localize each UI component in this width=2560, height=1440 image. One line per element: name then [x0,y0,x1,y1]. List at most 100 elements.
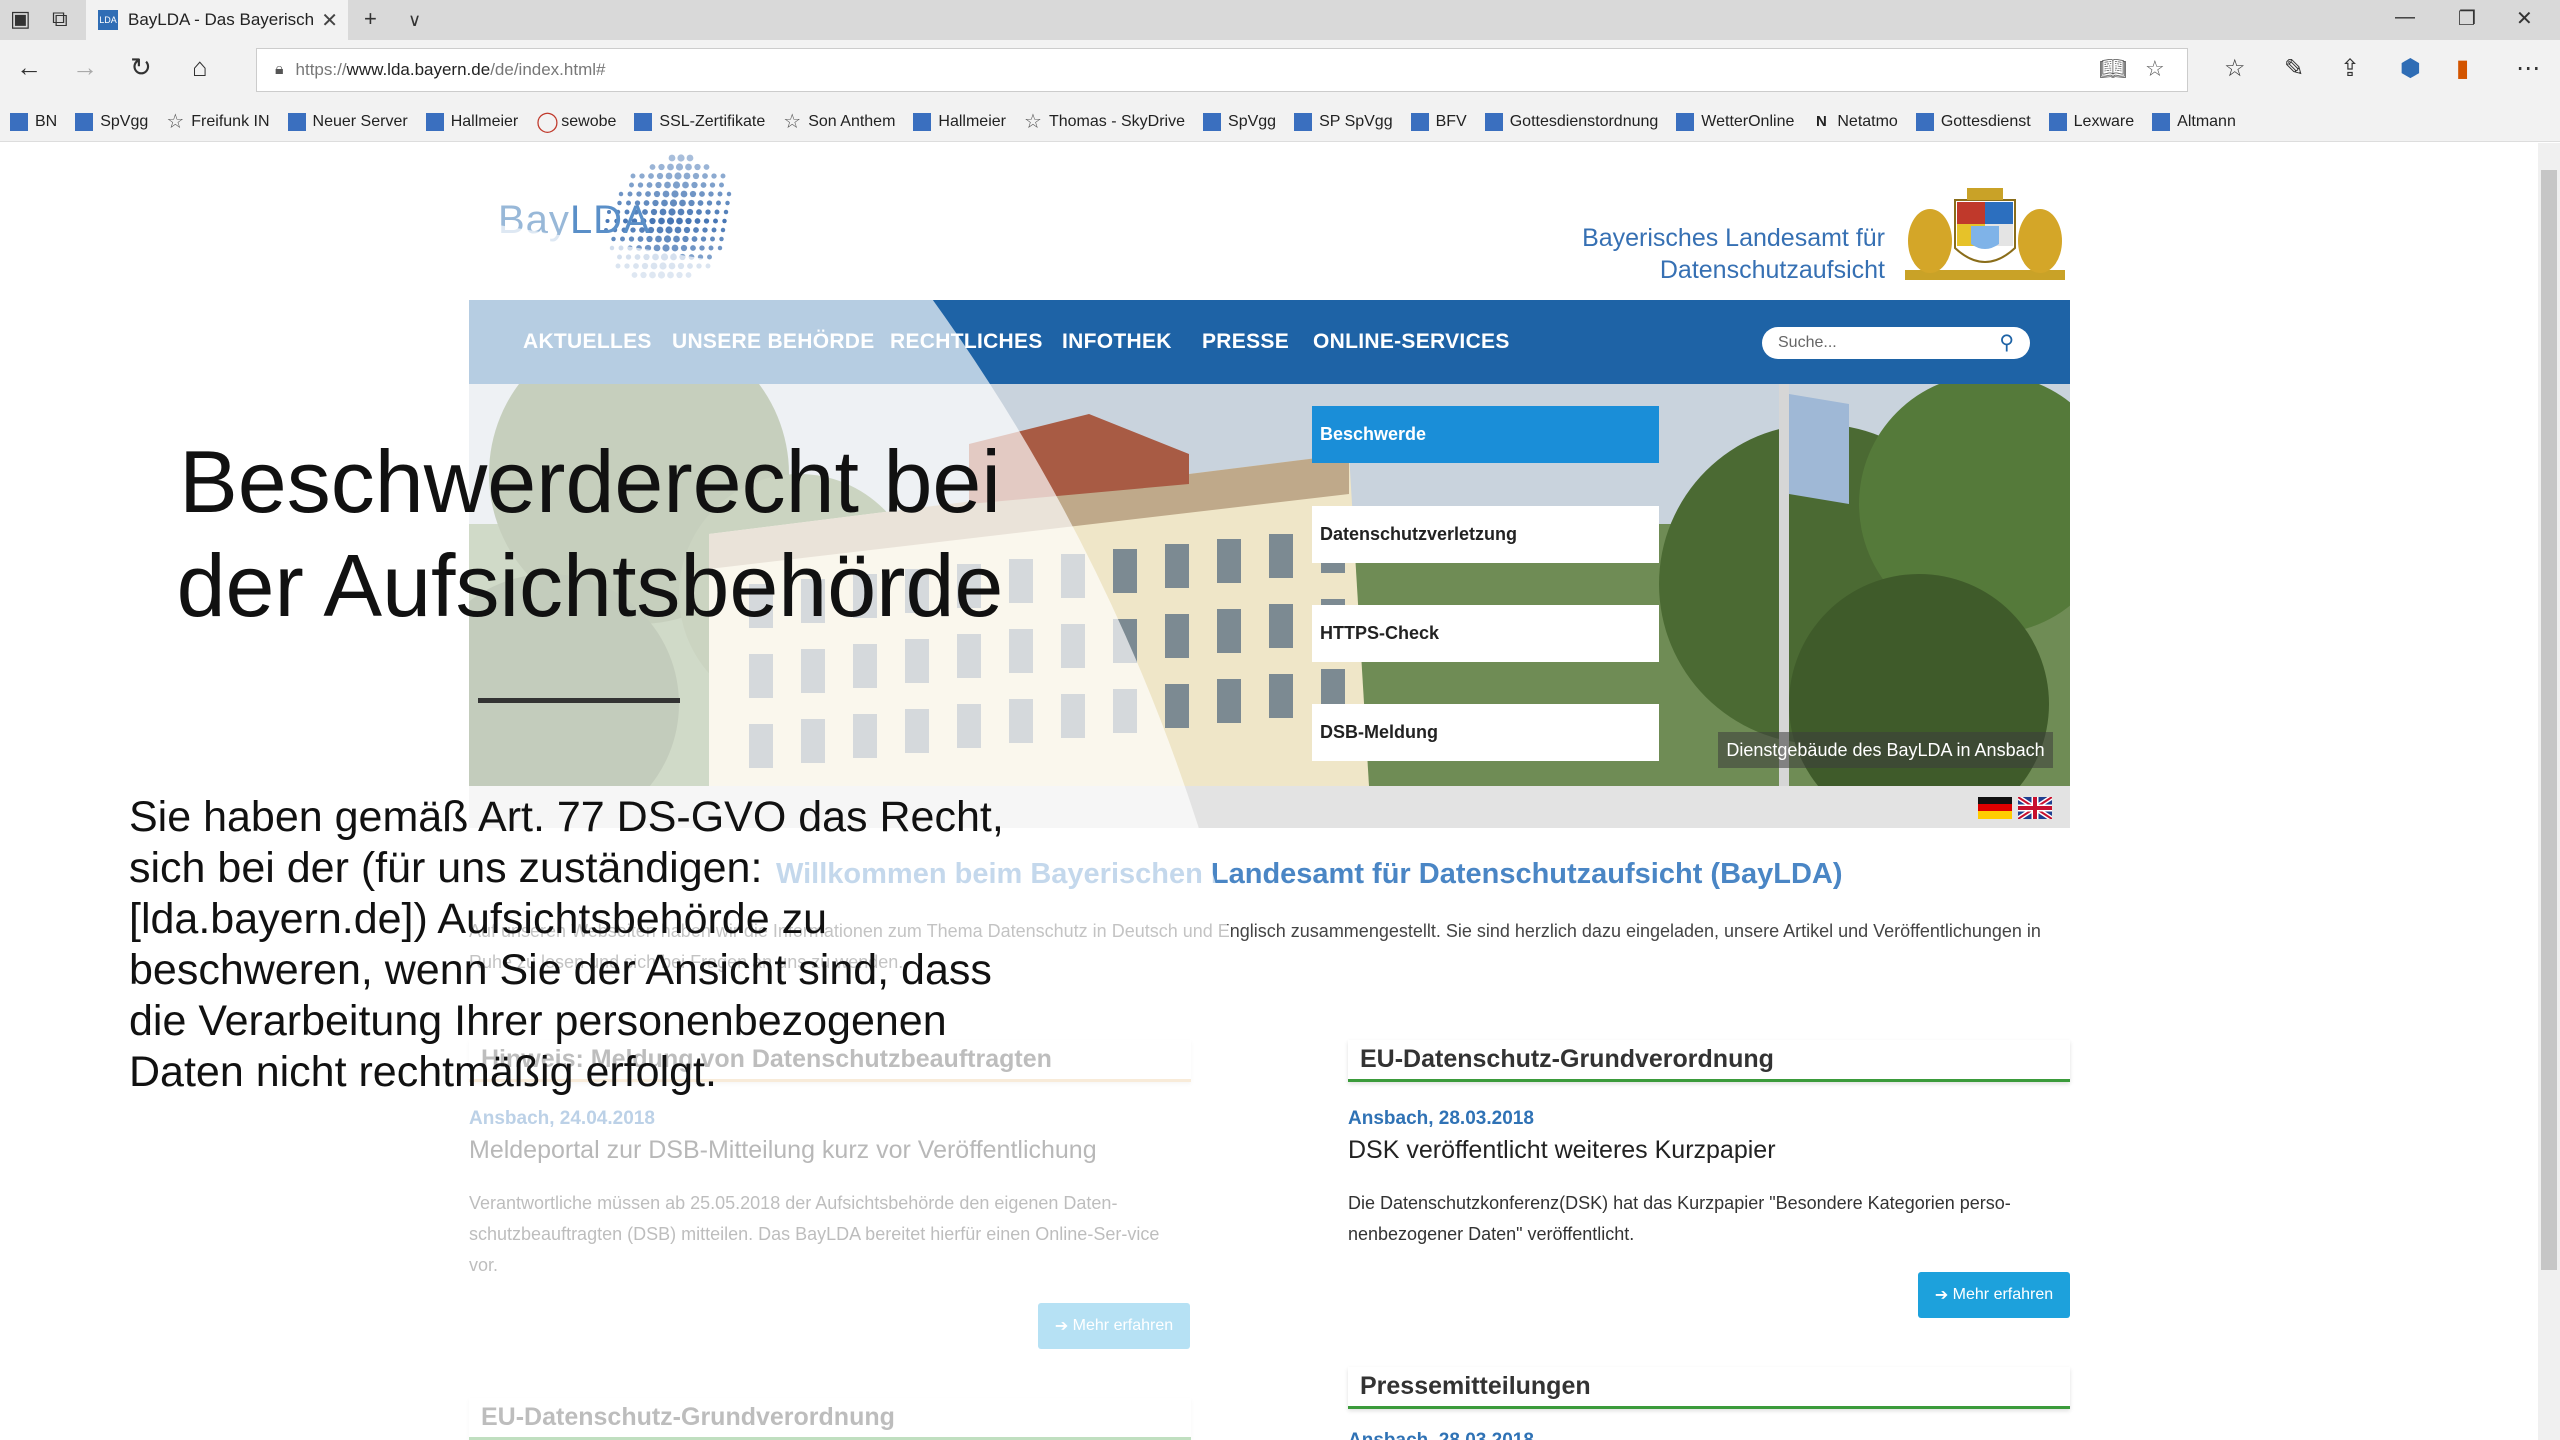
favorite-label: Hallmeier [450,112,519,130]
home-icon[interactable]: ⌂ [192,52,208,83]
sharepoint-icon [913,112,932,131]
left-more-label: Mehr erfahren [1072,1317,1174,1334]
menu-item-aktuelles[interactable]: AKTUELLES [523,330,652,354]
scrollbar-thumb[interactable] [2541,170,2557,1270]
agency-name: Bayerisches Landesamt für Datenschutzauf… [1500,222,1885,286]
site-search-input[interactable]: Suche... ⚲ [1762,327,2030,359]
reading-view-icon[interactable]: 📖︎ [2099,56,2127,82]
favorite-item[interactable]: Gottesdienstordnung [1484,112,1658,131]
right-news-title[interactable]: DSK veröffentlicht weiteres Kurzpapier [1348,1136,1776,1165]
left-news-heading-2[interactable]: EU-Datenschutz-Grundverordnung [469,1398,1191,1440]
favorite-label: SpVgg [100,112,149,130]
favorite-label: Gottesdienst [1940,112,2031,130]
right-more-button[interactable]: ➔ Mehr erfahren [1918,1272,2070,1318]
pen-notes-icon[interactable]: ✎ [2284,54,2304,83]
favorite-item[interactable]: ☆ Thomas - SkyDrive [1024,112,1185,132]
search-icon[interactable]: ⚲ [1999,330,2014,355]
right-news-date: Ansbach, 28.03.2018 [1348,1108,1534,1129]
favorite-item[interactable]: Hallmeier [913,112,1006,131]
favorite-item[interactable]: N Netatmo [1812,112,1898,131]
tile-datenschutzverletzung[interactable]: Datenschutzverletzung [1312,506,1659,563]
hero-caption: Dienstgebäude des BayLDA in Ansbach [1718,732,2053,768]
bfv-icon [1410,112,1429,131]
tab-list-chevron-icon[interactable]: ∨ [408,10,421,31]
favorite-item[interactable]: SP SpVgg [1294,112,1393,131]
office-extension-icon[interactable]: ▮ [2456,54,2469,83]
menu-item-unsere-behoerde[interactable]: UNSERE BEHÖRDE [672,330,875,354]
favorite-item[interactable]: Lexware [2048,112,2135,131]
bavarian-coat-of-arms-icon [1905,188,2065,280]
favorite-item[interactable]: BN [10,112,58,131]
menu-item-rechtliches[interactable]: RECHTLICHES [890,330,1043,354]
close-tab-icon[interactable]: ✕ [321,8,338,33]
weather-icon [1676,112,1695,131]
favorite-label: SSL-Zertifikate [659,112,766,130]
tab-title: BayLDA - Das Bayerisch [128,10,315,29]
favorite-item[interactable]: SpVgg [1203,112,1277,131]
favorite-item[interactable]: SSL-Zertifikate [634,112,766,131]
forward-icon[interactable]: → [72,52,98,83]
netatmo-icon: N [1815,112,1827,130]
new-tab-icon[interactable]: + [364,6,377,32]
favorite-item[interactable]: Altmann [2152,112,2236,131]
favorite-item[interactable]: Neuer Server [287,112,408,131]
extension-icon[interactable]: ⬢ [2400,54,2421,83]
right-news-heading-2[interactable]: Pressemitteilungen [1348,1367,2070,1409]
slide-title: Beschwerderecht bei der Aufsichtsbehörde [140,430,1040,638]
favorite-label: Altmann [2177,112,2236,130]
browser-tab[interactable]: LDA BayLDA - Das Bayerisch ✕ [86,0,348,40]
left-more-button[interactable]: ➔ Mehr erfahren [1038,1303,1190,1349]
favorite-label: sewobe [561,112,617,130]
menu-item-presse[interactable]: PRESSE [1202,330,1289,354]
german-flag-icon[interactable] [1978,797,2012,819]
favorite-item[interactable]: Gottesdienst [1915,112,2031,131]
slide-body: Sie haben gemäß Art. 77 DS-GVO das Recht… [129,792,1069,1098]
favorite-item[interactable]: SpVgg [75,112,149,131]
favorite-item[interactable]: WetterOnline [1676,112,1794,131]
slide-body-line: Daten nicht rechtmäßig erfolgt. [129,1048,717,1096]
site-favicon-icon: LDA [98,10,118,30]
ring-icon: ◯ [536,110,559,133]
favorite-label: SpVgg [1228,112,1277,130]
url-scheme: https:// [295,60,347,79]
set-aside-tabs-icon[interactable]: ⧉ [52,6,68,32]
menu-item-infothek[interactable]: INFOTHEK [1062,330,1172,354]
slide-body-line: sich bei der (für uns zuständigen: [129,844,763,892]
favorite-item[interactable]: BFV [1410,112,1467,131]
favorite-star-icon[interactable]: ☆ [2145,56,2165,82]
address-bar[interactable]: 🔒︎ https:// www.lda.bayern.de /de/index.… [256,48,2188,92]
back-icon[interactable]: ← [16,52,42,83]
close-window-icon[interactable]: ✕ [2516,6,2533,31]
right-news-heading[interactable]: EU-Datenschutz-Grundverordnung [1348,1040,2070,1082]
favorites-hub-icon[interactable]: ☆ [2224,54,2246,83]
refresh-icon[interactable]: ↻ [130,52,152,83]
left-news-title[interactable]: Meldeportal zur DSB-Mitteilung kurz vor … [469,1136,1097,1165]
favorite-label: BN [35,112,58,130]
favorite-item[interactable]: Hallmeier [425,112,519,131]
restore-icon[interactable]: ❐ [2458,6,2476,31]
favorites-bar: BN SpVgg ☆ Freifunk IN Neuer Server Hallmeier… [0,102,2560,142]
favorite-item[interactable]: ☆ Freifunk IN [166,112,269,132]
uk-flag-icon[interactable] [2018,797,2052,819]
tile-https-check[interactable]: HTTPS-Check [1312,605,1659,662]
favorite-item[interactable]: ☆ Son Anthem [783,110,895,133]
favorite-label: Hallmeier [938,112,1006,130]
tile-beschwerde[interactable]: Beschwerde [1312,406,1659,463]
share-icon[interactable]: ⇪ [2340,54,2360,83]
sharepoint-icon [425,112,444,131]
favorite-label: Lexware [2073,112,2135,130]
favorite-label: BFV [1435,112,1467,130]
logo-wordmark[interactable]: BayLDA [498,198,651,243]
logo-prefix: Bay [498,198,570,242]
tab-actions-icon[interactable]: ▣ [10,6,31,32]
lock-icon: 🔒︎ [275,61,284,78]
star-icon: ☆ [783,110,802,133]
more-menu-icon[interactable]: ⋯ [2516,54,2540,83]
menu-item-online-services[interactable]: ONLINE-SERVICES [1313,330,1510,354]
tile-dsb-meldung[interactable]: DSB-Meldung [1312,704,1659,761]
server-icon [287,112,306,131]
favorite-item[interactable]: ◯ sewobe [536,110,617,133]
agency-line2: Datenschutzaufsicht [1659,256,1885,284]
hand-icon [1915,112,1934,131]
minimize-icon[interactable]: — [2395,6,2415,29]
